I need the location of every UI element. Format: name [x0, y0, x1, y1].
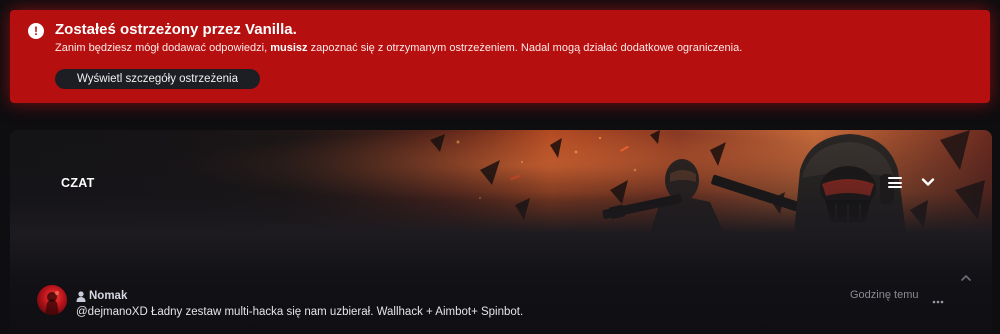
ellipsis-icon[interactable]: [932, 292, 944, 304]
warning-notice: ! Zostałeś ostrzeżony przez Vanilla. Zan…: [10, 10, 990, 103]
warning-message-emphasis: musisz: [270, 42, 308, 54]
user-icon: [76, 290, 86, 302]
message-text: @dejmanoXD Ładny zestaw multi-hacka się …: [76, 306, 524, 318]
chat-panel: CZAT Nomak @dejmanoXD Ładny zestaw multi…: [10, 130, 992, 334]
menu-icon[interactable]: [888, 177, 902, 188]
message-author[interactable]: Nomak: [76, 289, 127, 303]
view-warning-details-button[interactable]: Wyświetl szczegóły ostrzeżenia: [55, 69, 260, 89]
warning-message: Zanim będziesz mógł dodawać odpowiedzi, …: [55, 42, 742, 54]
chat-body: [10, 233, 992, 334]
chevron-down-icon[interactable]: [920, 174, 936, 190]
warning-title: Zostałeś ostrzeżony przez Vanilla.: [55, 21, 297, 38]
message-timestamp[interactable]: Godzinę temu: [850, 289, 918, 301]
avatar[interactable]: [37, 285, 67, 315]
chat-header-banner: CZAT: [10, 130, 992, 233]
warning-message-end: zapoznać się z otrzymanym ostrzeżeniem. …: [307, 42, 743, 54]
message-author-name: Nomak: [89, 290, 128, 302]
chevron-up-icon[interactable]: [960, 270, 972, 281]
chat-title: CZAT: [61, 176, 95, 190]
warning-message-start: Zanim będziesz mógł dodawać odpowiedzi,: [55, 42, 271, 54]
exclamation-circle-icon: !: [28, 23, 44, 39]
